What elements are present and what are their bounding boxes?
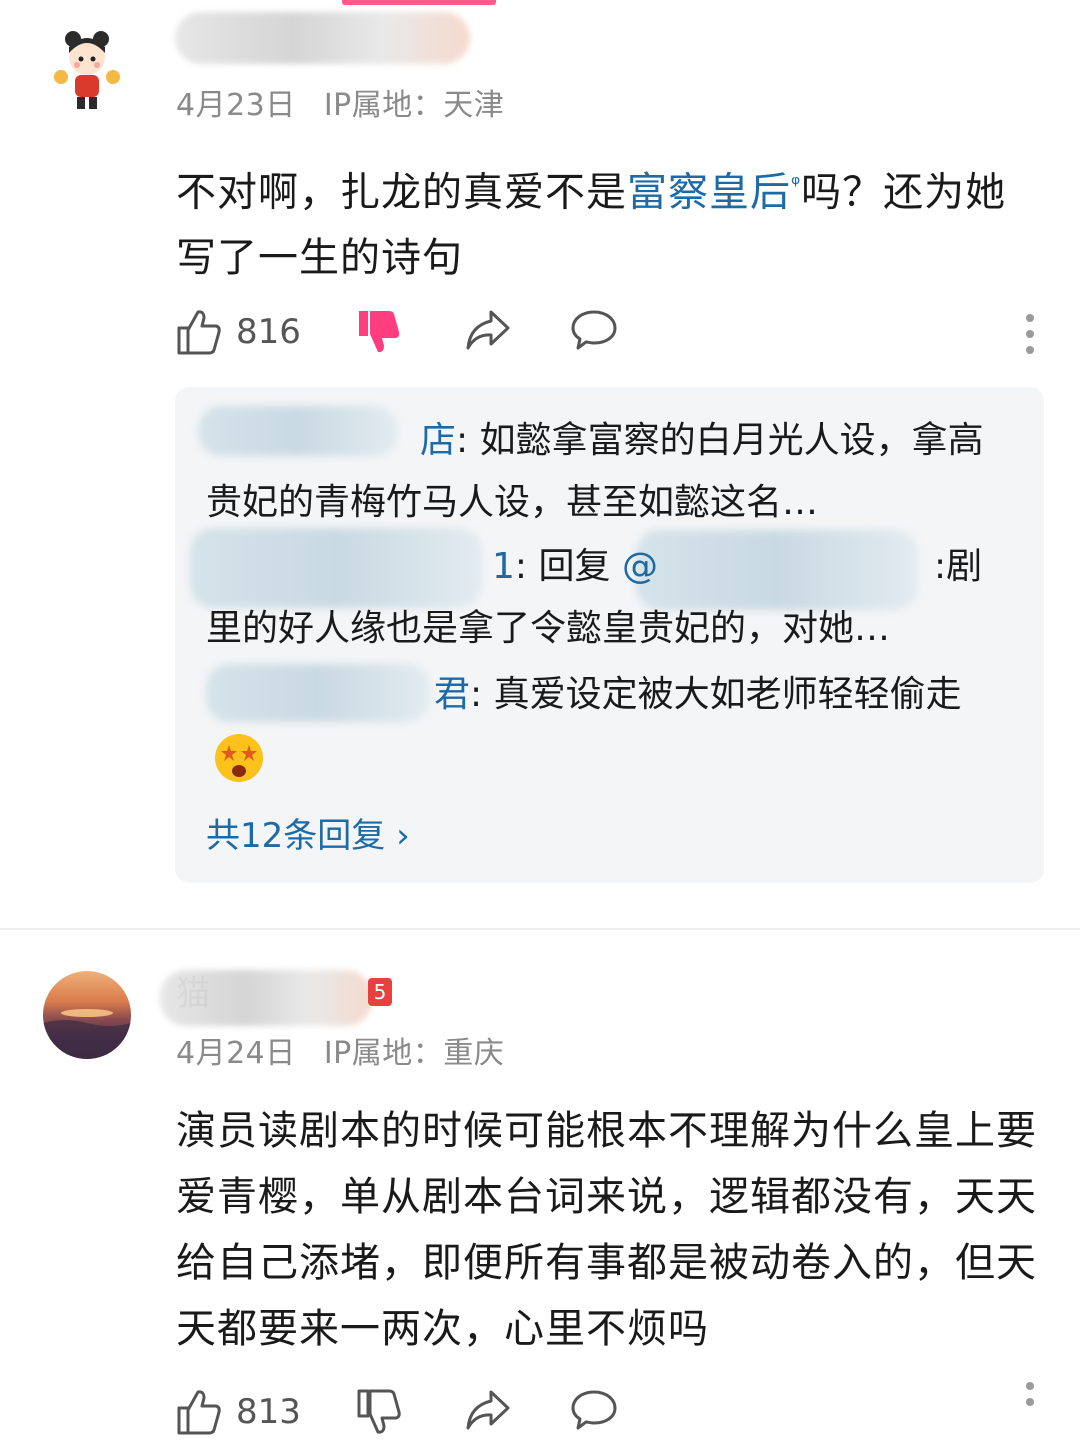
like-count: 813 [236, 1392, 301, 1432]
comment-item: 猫 5 4月24日 IP属地：重庆 演员读剧本的时候可能根本不理解为什么皇上要爱… [0, 930, 1080, 1449]
share-icon [466, 310, 510, 350]
thumbs-down-icon [359, 311, 400, 353]
username-redacted[interactable] [175, 12, 470, 64]
comment-item: 4月23日 IP属地：天津 不对啊，扎龙的真爱不是富察皇后ᵠ吗？还为她写了一生的… [0, 0, 1080, 928]
share-button[interactable] [464, 1388, 512, 1432]
comment-icon [571, 310, 617, 350]
comment-icon [571, 1390, 617, 1430]
thumbs-down-icon [357, 1389, 401, 1434]
thumbs-up-icon [177, 310, 221, 355]
reply-text: : 如懿拿富察的白月光人设，拿高贵妃的青梅竹马人设，甚至如懿这名… [206, 420, 984, 523]
dislike-button[interactable] [356, 308, 402, 356]
comment-actions: 816 [176, 308, 1056, 358]
search-icon[interactable]: ᵠ [791, 172, 801, 197]
reply-item[interactable]: 1: 回复 @:剧里的好人缘也是拿了令懿皇贵妃的，对她… [206, 536, 1006, 660]
ip-location: IP属地：天津 [323, 88, 505, 123]
more-icon[interactable] [1024, 314, 1036, 362]
avatar[interactable] [43, 971, 131, 1059]
reply-item[interactable]: 君: 真爱设定被大如老师轻轻偷走 [206, 664, 986, 788]
view-all-replies-link[interactable]: 共12条回复 › [206, 808, 410, 857]
sunset-avatar-icon [43, 1009, 131, 1059]
comment-date: 4月24日 [176, 1036, 296, 1071]
share-button[interactable] [464, 308, 512, 352]
starry-eyes-emoji-icon [215, 734, 263, 782]
reply-author[interactable]: 店 [420, 420, 456, 461]
like-button[interactable]: 813 [176, 1388, 301, 1436]
comment-date: 4月23日 [176, 88, 296, 123]
comment-content: 演员读剧本的时候可能根本不理解为什么皇上要爱青樱，单从剧本台词来说，逻辑都没有，… [176, 1108, 1037, 1352]
reply-button[interactable] [570, 1388, 618, 1432]
reply-text: : 真爱设定被大如老师轻轻偷走 [470, 674, 962, 715]
comment-actions: 813 [176, 1382, 1056, 1438]
comment-meta: 4月24日 IP属地：重庆 [176, 1028, 504, 1072]
dislike-button[interactable] [356, 1388, 402, 1436]
username-redacted[interactable] [160, 970, 372, 1026]
like-count: 816 [236, 312, 301, 352]
search-link[interactable]: 富察皇后 [627, 169, 791, 215]
comment-meta: 4月23日 IP属地：天津 [176, 80, 504, 124]
user-badge: 5 [368, 978, 392, 1006]
thumbs-up-icon [177, 1390, 221, 1435]
reply-text: : 回复 [514, 546, 622, 587]
reply-button[interactable] [570, 308, 618, 352]
ip-location: IP属地：重庆 [323, 1036, 505, 1071]
reply-item[interactable]: 店: 如懿拿富察的白月光人设，拿高贵妃的青梅竹马人设，甚至如懿这名… [206, 410, 1006, 534]
more-icon[interactable] [1024, 1382, 1036, 1414]
share-icon [466, 1390, 510, 1430]
like-button[interactable]: 816 [176, 308, 301, 356]
comment-content: 不对啊，扎龙的真爱不是富察皇后ᵠ吗？还为她写了一生的诗句 [176, 169, 1007, 282]
avatar-cartoon-icon [54, 31, 120, 109]
reply-author[interactable]: 君 [434, 674, 470, 715]
avatar[interactable] [43, 25, 131, 113]
reply-mention[interactable]: @ [622, 546, 658, 587]
reply-author[interactable]: 1 [492, 546, 515, 587]
